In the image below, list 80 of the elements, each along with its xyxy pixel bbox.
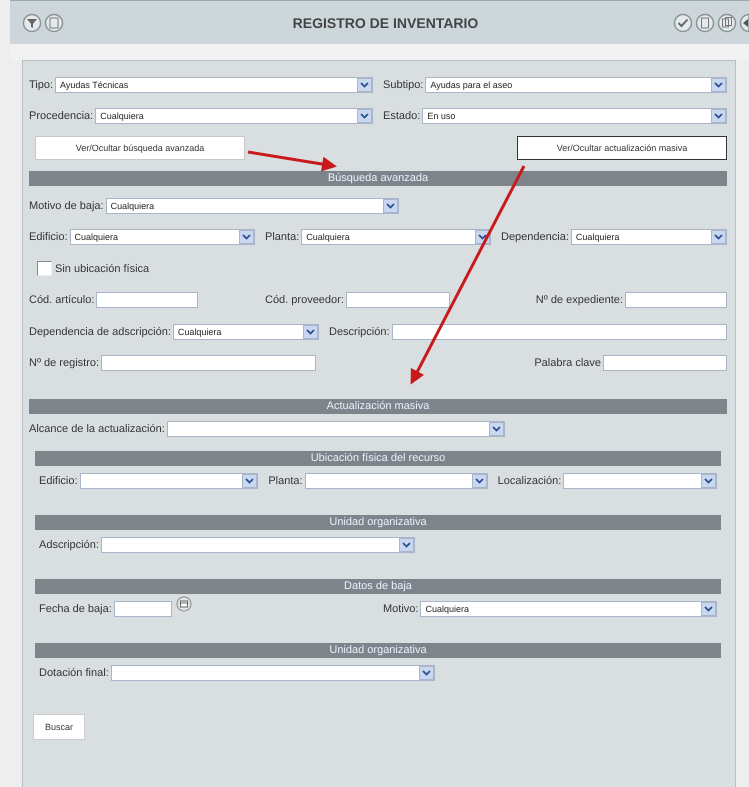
- caret-icon: [399, 538, 414, 552]
- field-label: Planta:: [265, 231, 300, 244]
- dropdown[interactable]: Cualquiera: [420, 601, 717, 617]
- date-field[interactable]: [114, 601, 172, 617]
- toggle-button[interactable]: Ver/Ocultar búsqueda avanzada: [35, 136, 245, 160]
- toggle-button[interactable]: Ver/Ocultar actualización masiva: [517, 136, 727, 160]
- dropdown[interactable]: Cualquiera: [106, 198, 399, 214]
- field-label: Tipo:: [29, 78, 54, 90]
- section-header: Búsqueda avanzada: [29, 171, 727, 186]
- caret-icon: [472, 474, 487, 488]
- page-title: REGISTRO DE INVENTARIO: [292, 14, 478, 30]
- dropdown[interactable]: [304, 473, 488, 489]
- field-label: Dependencia:: [501, 231, 569, 244]
- caret-icon: [242, 474, 258, 488]
- dropdown[interactable]: En uso: [422, 108, 727, 124]
- field-label: Edificio:: [39, 475, 78, 487]
- dropdown[interactable]: [100, 537, 415, 553]
- caret-icon: [383, 198, 398, 213]
- dropdown[interactable]: Cualquiera: [301, 229, 491, 246]
- field-label: Dotación final:: [39, 667, 109, 679]
- field-label: Procedencia:: [29, 110, 94, 122]
- field-label: Nº de expediente:: [536, 294, 623, 306]
- search-button[interactable]: Buscar: [33, 714, 85, 740]
- dropdown[interactable]: [110, 665, 435, 681]
- filter-icon[interactable]: [22, 12, 42, 32]
- field-label: Motivo de baja:: [29, 200, 104, 212]
- field-label: Palabra clave: [534, 357, 601, 370]
- dropdown[interactable]: Cualquiera: [70, 229, 255, 246]
- field-label: Descripción:: [329, 326, 390, 338]
- text-field[interactable]: [96, 292, 198, 308]
- dropdown[interactable]: [166, 421, 505, 437]
- section-header: Datos de baja: [35, 579, 721, 594]
- field-label: Motivo:: [383, 603, 418, 615]
- document-icon[interactable]: [44, 12, 64, 32]
- field-label: Dependencia de adscripción:: [29, 326, 171, 338]
- text-field[interactable]: [346, 292, 450, 308]
- dropdown[interactable]: Ayudas Técnicas: [55, 76, 373, 92]
- caret-icon: [711, 108, 726, 122]
- caret-icon: [701, 602, 716, 616]
- field-label: Fecha de baja:: [39, 603, 112, 615]
- caret-icon: [489, 422, 504, 436]
- caret-icon: [239, 230, 254, 244]
- field-label: Subtipo:: [383, 78, 424, 90]
- copy-icon[interactable]: [717, 12, 737, 32]
- dropdown[interactable]: Cualquiera: [95, 108, 373, 124]
- caret-icon: [711, 78, 726, 92]
- caret-icon: [700, 474, 716, 488]
- text-field[interactable]: [603, 355, 727, 372]
- calendar-icon[interactable]: [176, 596, 192, 612]
- caret-icon: [419, 666, 434, 680]
- field-label: Planta:: [268, 475, 303, 487]
- field-label: Estado:: [383, 110, 420, 122]
- text-field[interactable]: [101, 355, 316, 372]
- back-icon[interactable]: [739, 12, 749, 32]
- dropdown[interactable]: [80, 473, 258, 489]
- text-field[interactable]: [625, 292, 727, 308]
- field-label: Nº de registro:: [29, 357, 100, 370]
- caret-icon: [303, 324, 318, 339]
- caret-icon: [711, 230, 726, 244]
- checkmark-icon[interactable]: [673, 12, 693, 32]
- section-header: Unidad organizativa: [35, 643, 721, 658]
- section-header: Unidad organizativa: [35, 515, 721, 530]
- section-header: Actualización masiva: [29, 399, 727, 414]
- dropdown[interactable]: Cualquiera: [570, 229, 727, 246]
- dropdown[interactable]: Ayudas para el aseo: [425, 76, 727, 92]
- dropdown[interactable]: [563, 473, 717, 489]
- checkbox-label: Sin ubicación física: [55, 262, 150, 275]
- field-label: Cód. proveedor:: [265, 294, 344, 306]
- text-field[interactable]: [392, 324, 727, 340]
- field-label: Alcance de la actualización:: [29, 423, 165, 435]
- section-header: Ubicación física del recurso: [35, 451, 721, 466]
- field-label: Edificio:: [29, 231, 68, 244]
- document-icon[interactable]: [695, 12, 715, 32]
- field-label: Adscripción:: [39, 539, 99, 551]
- caret-icon: [357, 108, 372, 122]
- caret-icon: [357, 78, 372, 92]
- checkbox[interactable]: [37, 261, 52, 276]
- dropdown[interactable]: Cualquiera: [172, 324, 319, 340]
- field-label: Cód. artículo:: [29, 294, 94, 306]
- field-label: Localización:: [498, 475, 562, 487]
